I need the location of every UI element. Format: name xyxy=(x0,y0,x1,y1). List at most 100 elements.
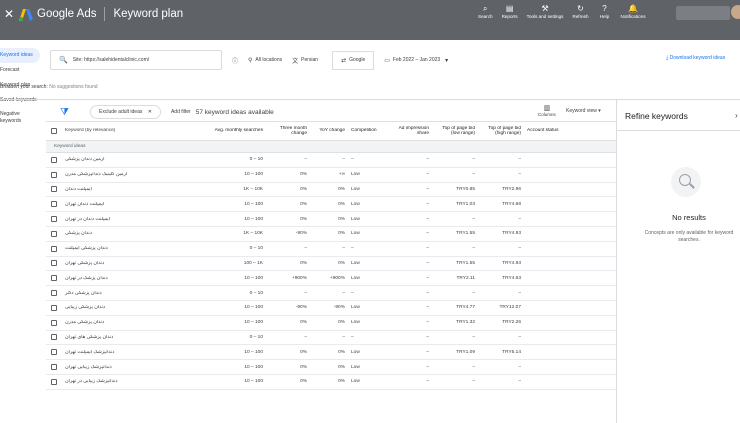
header-bid-high[interactable]: Top of page bid (high range) xyxy=(478,126,524,137)
tool-label: Tools and settings xyxy=(526,14,564,19)
row-checkbox[interactable] xyxy=(46,216,62,223)
table-row[interactable]: ایمپلنت دندان در تهران 10 – 100 0% 0% Low – – – xyxy=(46,212,616,227)
table-row[interactable]: ایمپلنت دندان 1K – 10K 0% 0% Low – TRY0.85 TRY2… xyxy=(46,183,616,198)
header-ad-impression[interactable]: Ad impression share xyxy=(388,126,432,137)
add-filter-button[interactable]: Add filter xyxy=(171,109,191,115)
row-checkbox[interactable] xyxy=(46,230,62,237)
table-row[interactable]: دندان پزشکی زیبایی 10 – 100 -90% -90% Low – TR… xyxy=(46,301,616,316)
keyword-cell: دندان پزشکی دکتر xyxy=(62,291,196,296)
filter-icon[interactable]: ⧩ xyxy=(60,107,74,118)
columns-button[interactable]: ▥ Columns xyxy=(538,104,556,117)
keyword-cell: دندانپزشک زیبایی در تهران xyxy=(62,379,196,384)
header-yoy[interactable]: YoY change xyxy=(310,128,348,134)
row-checkbox[interactable] xyxy=(46,275,62,282)
keyword-cell: ایمپلنت دندان در تهران xyxy=(62,217,196,222)
table-row[interactable]: دندان پزشکی های تهران 0 – 10– – – – – – xyxy=(46,331,616,346)
avatar[interactable] xyxy=(731,5,740,19)
three-month-cell: 0% xyxy=(300,379,307,385)
table-row[interactable]: دندان پزشکی ایمپلنت 0 – 10– – – – – – xyxy=(46,242,616,257)
header-avg-searches[interactable]: Avg. monthly searches xyxy=(196,128,266,134)
competition-cell: – xyxy=(351,334,354,340)
tool-reports[interactable]: ▤ Reports xyxy=(502,3,518,19)
avg-searches-cell: 0 – 10 xyxy=(249,246,263,252)
search-input[interactable]: 🔍 Site: https://salehidentalclinic.com/ xyxy=(50,50,222,70)
table-row[interactable]: دندان پزشکی 1K – 10K -90% 0% Low – TRY1.55 TRY4… xyxy=(46,227,616,242)
table-row[interactable]: دندان پزشکی دکتر 0 – 10– – – – – – xyxy=(46,286,616,301)
date-range-selector[interactable]: ▭ Feb 2022 – Jan 2023 ▾ xyxy=(384,57,451,64)
bid-high-cell: – xyxy=(518,216,521,222)
competition-cell: Low xyxy=(351,231,360,237)
row-checkbox[interactable] xyxy=(46,245,62,252)
account-info[interactable] xyxy=(676,6,730,20)
row-checkbox[interactable] xyxy=(46,290,62,297)
table-row[interactable]: دندانپزشک زیبایی در تهران 10 – 100 0% 0% Low… xyxy=(46,375,616,390)
row-checkbox[interactable] xyxy=(46,201,62,208)
header-competition[interactable]: Competition xyxy=(348,128,388,134)
row-checkbox[interactable] xyxy=(46,304,62,311)
header-bid-low[interactable]: Top of page bid (low range) xyxy=(432,126,478,137)
header-keyword[interactable]: Keyword (by relevance) xyxy=(62,128,196,134)
table-row[interactable]: دندانپزشک ایمپلنت تهران 10 – 100 0% 0% Low – T… xyxy=(46,345,616,361)
row-checkbox[interactable] xyxy=(46,364,62,371)
header-three-month[interactable]: Three month change xyxy=(266,126,310,137)
close-icon[interactable]: ✕ xyxy=(148,109,152,115)
sidebar-item-forecast[interactable]: Forecast xyxy=(0,63,40,78)
header-account-status[interactable]: Account status xyxy=(524,128,616,134)
bid-high-cell: – xyxy=(518,157,521,163)
competition-cell: – xyxy=(351,290,354,296)
tool-search[interactable]: ⌕ Search xyxy=(478,3,493,19)
refresh-icon: ↻ xyxy=(577,4,584,13)
help-icon: ? xyxy=(602,4,607,13)
row-checkbox[interactable] xyxy=(46,349,62,356)
bid-high-cell: – xyxy=(518,290,521,296)
select-all-checkbox[interactable] xyxy=(46,128,62,134)
table-row[interactable]: آرمین دندان پزشکی 0 – 10– – – – – – xyxy=(46,153,616,168)
keyword-text: دندان پزشکی مدرن xyxy=(65,320,105,326)
info-icon[interactable]: ⓘ xyxy=(232,56,238,65)
row-checkbox[interactable] xyxy=(46,156,62,163)
row-checkbox[interactable] xyxy=(46,260,62,267)
keyword-view-dropdown[interactable]: Keyword view ▾ xyxy=(566,108,601,114)
three-month-cell: -90% xyxy=(295,231,307,237)
tool-help[interactable]: ? Help xyxy=(598,3,612,19)
keyword-cell: دندانپزشک زیبایی تهران xyxy=(62,365,196,370)
sidebar-item-saved-keywords[interactable]: Saved keywords xyxy=(0,93,40,108)
row-checkbox[interactable] xyxy=(46,378,62,385)
empty-search-icon xyxy=(671,167,701,197)
table-row[interactable]: ایمپلنت دندان تهران 10 – 100 0% 0% Low – TRY1.… xyxy=(46,197,616,213)
table-row[interactable]: دندان پزشکی تهران 100 – 1K 0% 0% Low – TRY1.55… xyxy=(46,257,616,272)
table-row[interactable]: دندان پزشکی مدرن 10 – 100 0% 0% Low – TRY1.32 T… xyxy=(46,316,616,331)
checkbox-box xyxy=(51,334,57,341)
location-pin-icon: ⚲ xyxy=(248,57,253,64)
sidebar-item-negative-keywords[interactable]: Negative keywords xyxy=(0,108,40,128)
yoy-cell: 0% xyxy=(338,201,345,207)
location-selector[interactable]: ⚲ All locations xyxy=(248,57,282,64)
competition-cell: Low xyxy=(351,201,360,207)
network-selector[interactable]: ⇄ Google xyxy=(332,50,375,70)
tool-bell[interactable]: 🔔 Notifications xyxy=(621,3,646,19)
checkbox-box xyxy=(51,304,57,311)
table-row[interactable]: آرمین کلینیک دندانپزشکی مدرن 10 – 100 0% +∞… xyxy=(46,168,616,183)
ad-impression-cell: – xyxy=(426,186,429,192)
tool-wrench[interactable]: ⚒ Tools and settings xyxy=(527,3,564,19)
checkbox-box xyxy=(51,171,57,178)
competition-cell: Low xyxy=(351,186,360,192)
row-checkbox[interactable] xyxy=(46,186,62,193)
row-checkbox[interactable] xyxy=(46,171,62,178)
sidebar-item-keyword-ideas[interactable]: Keyword ideas xyxy=(0,48,40,63)
chevron-right-icon[interactable]: › xyxy=(735,111,738,120)
exclude-adult-chip[interactable]: Exclude adult ideas ✕ xyxy=(90,105,161,119)
row-checkbox[interactable] xyxy=(46,334,62,341)
keyword-cell: دندان پزشک در تهران xyxy=(62,276,196,281)
table-row[interactable]: دندان پزشک در تهران 10 – 100 +900% +900% Low… xyxy=(46,271,616,287)
avg-searches-cell: 1K – 10K xyxy=(243,231,263,237)
download-keyword-ideas-link[interactable]: ⤓ Download keyword ideas xyxy=(666,55,725,61)
tool-label: Reports xyxy=(501,14,518,19)
table-row[interactable]: دندانپزشک زیبایی تهران 10 – 100 0% 0% Low – – – xyxy=(46,360,616,375)
row-checkbox[interactable] xyxy=(46,319,62,326)
three-month-cell: 0% xyxy=(300,216,307,222)
tool-refresh[interactable]: ↻ Refresh xyxy=(572,3,588,19)
language-selector[interactable]: 文 Persian xyxy=(292,56,318,65)
close-icon[interactable]: ✕ xyxy=(2,7,16,21)
table-header: Keyword (by relevance) Avg. monthly sear… xyxy=(46,121,616,141)
